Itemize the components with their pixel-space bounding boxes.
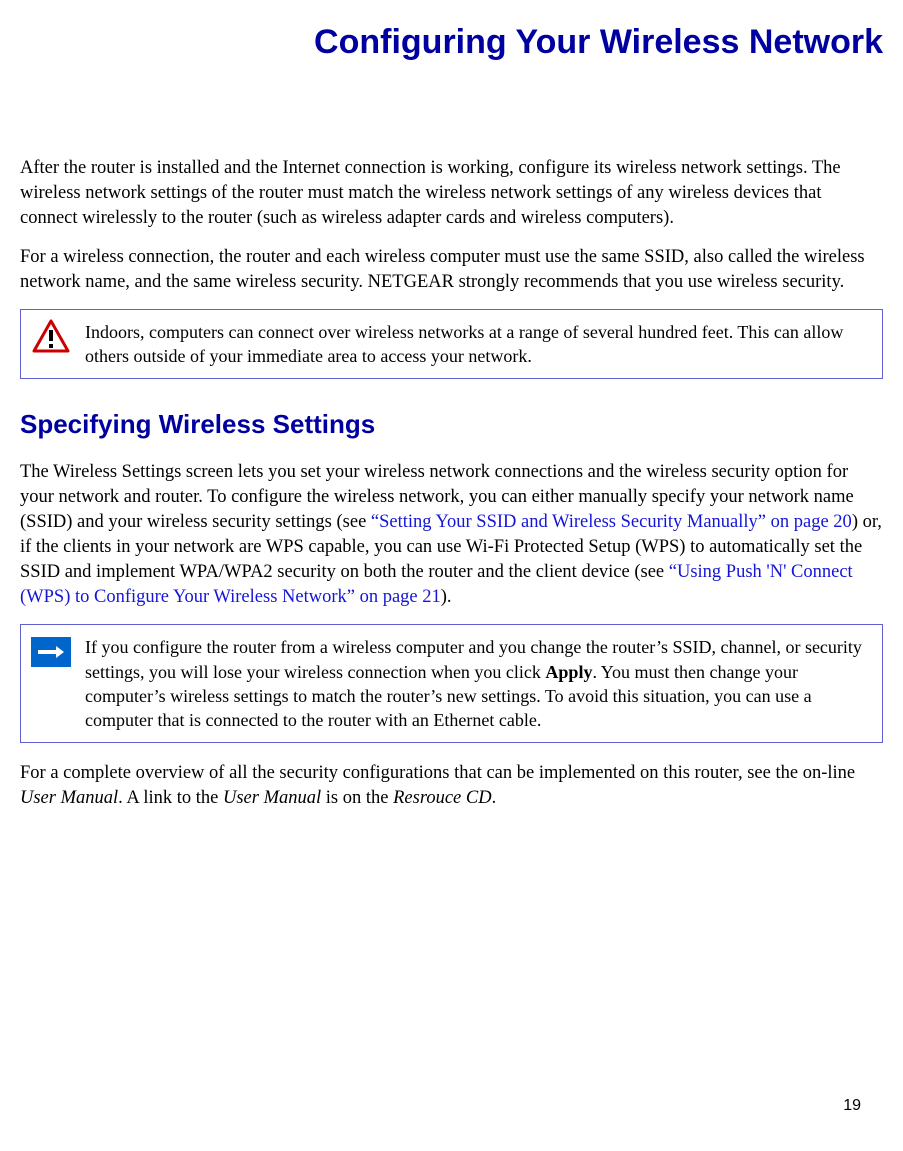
page-title: Configuring Your Wireless Network — [20, 20, 883, 66]
closing-a: For a complete overview of all the secur… — [20, 763, 855, 783]
section-heading: Specifying Wireless Settings — [20, 407, 883, 442]
warning-callout: Indoors, computers can connect over wire… — [20, 309, 883, 380]
note-callout: If you configure the router from a wirel… — [20, 624, 883, 743]
closing-d: . — [492, 788, 497, 808]
closing-b: . A link to the — [118, 788, 223, 808]
intro-paragraph-2: For a wireless connection, the router an… — [20, 245, 883, 295]
page-number: 19 — [843, 1095, 861, 1117]
closing-paragraph: For a complete overview of all the secur… — [20, 761, 883, 811]
note-icon — [31, 633, 71, 669]
page: Configuring Your Wireless Network After … — [20, 20, 883, 1131]
closing-i1: User Manual — [20, 788, 118, 808]
closing-c: is on the — [321, 788, 393, 808]
section-paragraph-1: The Wireless Settings screen lets you se… — [20, 460, 883, 610]
link-manual-ssid[interactable]: “Setting Your SSID and Wireless Security… — [371, 512, 852, 532]
warning-icon — [31, 318, 71, 354]
intro-paragraph-1: After the router is installed and the In… — [20, 156, 883, 231]
section-p1-c: ). — [441, 587, 452, 607]
intro2-text-b: NETGEAR strongly recommends that you use… — [368, 272, 845, 292]
note-text: If you configure the router from a wirel… — [85, 633, 872, 732]
note-bold-apply: Apply — [545, 662, 592, 682]
closing-i3: Resrouce CD — [393, 788, 491, 808]
warning-text: Indoors, computers can connect over wire… — [85, 318, 872, 369]
closing-i2: User Manual — [223, 788, 321, 808]
